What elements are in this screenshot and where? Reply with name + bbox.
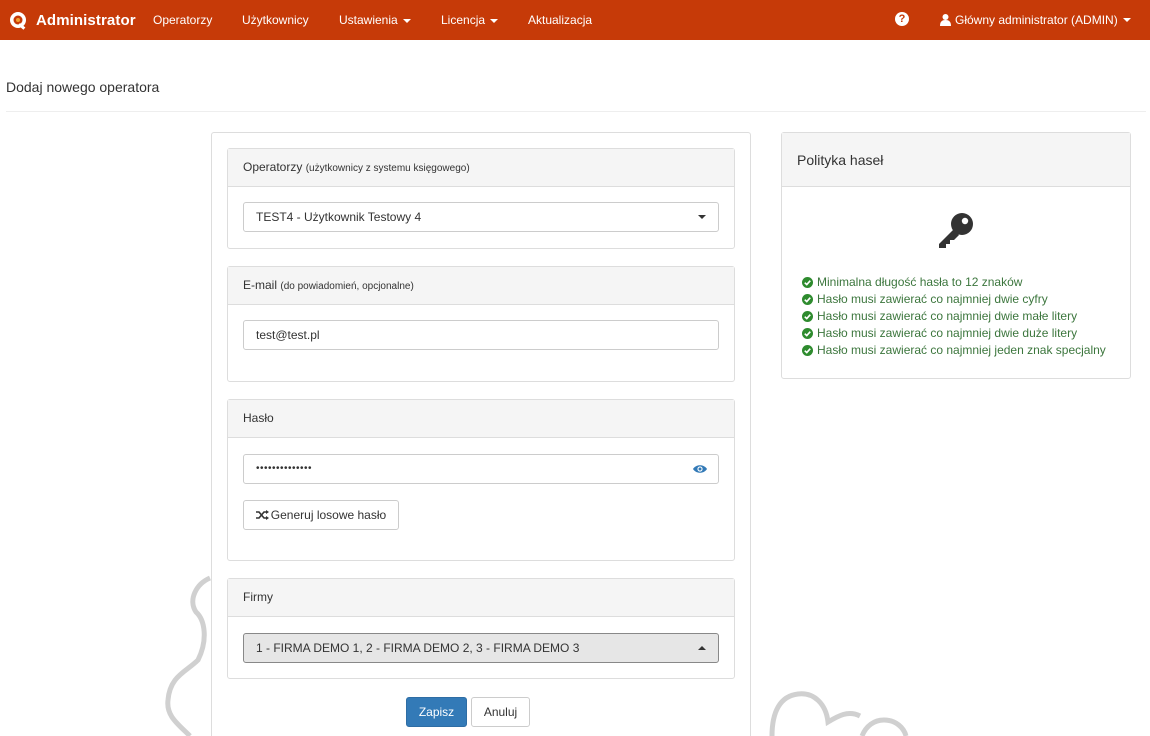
password-field-value: •••••••••••••• <box>256 463 313 474</box>
nav-license-label: Licencja <box>441 13 486 27</box>
eye-icon[interactable] <box>693 464 707 474</box>
brand-logo-icon <box>10 12 26 30</box>
policy-rule-text: Hasło musi zawierać co najmniej jeden zn… <box>817 343 1106 357</box>
caret-down-icon <box>1122 18 1131 22</box>
generate-password-button[interactable]: Generuj losowe hasło <box>243 500 399 530</box>
policy-rule-text: Hasło musi zawierać co najmniej dwie duż… <box>817 326 1078 340</box>
ok-sign-icon <box>802 277 813 288</box>
user-menu-dropdown[interactable]: Główny administrator (ADMIN) <box>940 0 1131 40</box>
nav-update-label: Aktualizacja <box>528 13 593 27</box>
ok-sign-icon <box>802 328 813 339</box>
password-heading: Hasło <box>243 411 274 425</box>
key-icon <box>939 213 973 248</box>
policy-rule-text: Minimalna długość hasła to 12 znaków <box>817 275 1023 289</box>
cancel-button[interactable]: Anuluj <box>471 697 530 727</box>
caret-up-icon <box>698 646 706 650</box>
policy-rule-text: Hasło musi zawierać co najmniej dwie mał… <box>817 309 1078 323</box>
caret-down-icon <box>490 18 499 23</box>
password-section-header: Hasło <box>228 400 734 438</box>
question-circle-icon[interactable]: ? <box>895 12 909 26</box>
generate-password-label: Generuj losowe hasło <box>270 508 387 522</box>
caret-down-icon <box>402 18 411 23</box>
email-section-header: E-mail (do powiadomień, opcjonalne) <box>228 267 734 305</box>
policy-rules-list: Minimalna długość hasła to 12 znaków Has… <box>802 274 1106 359</box>
nav-settings-dropdown[interactable]: Ustawienia <box>339 0 411 40</box>
nav-license-dropdown[interactable]: Licencja <box>441 0 499 40</box>
policy-title: Polityka haseł <box>782 133 1130 187</box>
user-menu-label: Główny administrator (ADMIN) <box>955 13 1118 27</box>
password-field[interactable]: •••••••••••••• <box>243 454 719 484</box>
ok-sign-icon <box>802 345 813 356</box>
companies-heading: Firmy <box>243 590 273 604</box>
operators-heading-note: (użytkownicy z systemu księgowego) <box>305 163 470 174</box>
companies-select-value: 1 - FIRMA DEMO 1, 2 - FIRMA DEMO 2, 3 - … <box>256 641 580 655</box>
policy-rule: Hasło musi zawierać co najmniej dwie mał… <box>802 308 1106 325</box>
password-policy-panel: Polityka haseł Minimalna długość hasła t… <box>781 132 1131 379</box>
policy-rule: Minimalna długość hasła to 12 znaków <box>802 274 1106 291</box>
operator-select[interactable]: TEST4 - Użytkownik Testowy 4 <box>243 202 719 232</box>
save-button[interactable]: Zapisz <box>406 697 467 727</box>
nav-operators[interactable]: Operatorzy <box>153 0 212 40</box>
email-field-value: test@test.pl <box>256 328 320 342</box>
top-navbar: Administrator Operatorzy Użytkownicy Ust… <box>0 0 1150 40</box>
operators-section: Operatorzy (użytkownicy z systemu księgo… <box>227 148 735 249</box>
ok-sign-icon <box>802 311 813 322</box>
ok-sign-icon <box>802 294 813 305</box>
nav-operators-label: Operatorzy <box>153 13 213 27</box>
policy-rule: Hasło musi zawierać co najmniej dwie duż… <box>802 325 1106 342</box>
policy-rule: Hasło musi zawierać co najmniej jeden zn… <box>802 342 1106 359</box>
email-field[interactable]: test@test.pl <box>243 320 719 350</box>
policy-rule: Hasło musi zawierać co najmniej dwie cyf… <box>802 291 1106 308</box>
operators-section-header: Operatorzy (użytkownicy z systemu księgo… <box>228 149 734 187</box>
page-title: Dodaj nowego operatora <box>6 79 160 95</box>
nav-users[interactable]: Użytkownicy <box>242 0 309 40</box>
operators-heading: Operatorzy <box>243 160 303 174</box>
email-heading: E-mail <box>243 278 278 292</box>
nav-update[interactable]: Aktualizacja <box>528 0 592 40</box>
user-icon <box>940 14 951 26</box>
companies-section-header: Firmy <box>228 579 734 617</box>
companies-multiselect[interactable]: 1 - FIRMA DEMO 1, 2 - FIRMA DEMO 2, 3 - … <box>243 633 719 663</box>
policy-rule-text: Hasło musi zawierać co najmniej dwie cyf… <box>817 292 1048 306</box>
nav-users-label: Użytkownicy <box>242 13 309 27</box>
nav-settings-label: Ustawienia <box>339 13 398 27</box>
brand[interactable]: Administrator <box>8 8 136 32</box>
email-heading-note: (do powiadomień, opcjonalne) <box>280 281 414 292</box>
brand-title: Administrator <box>36 11 136 29</box>
title-divider <box>6 111 1146 112</box>
caret-down-icon <box>698 215 706 219</box>
companies-section: Firmy <box>227 578 735 679</box>
random-icon <box>255 510 269 520</box>
operator-select-value: TEST4 - Użytkownik Testowy 4 <box>256 210 422 224</box>
